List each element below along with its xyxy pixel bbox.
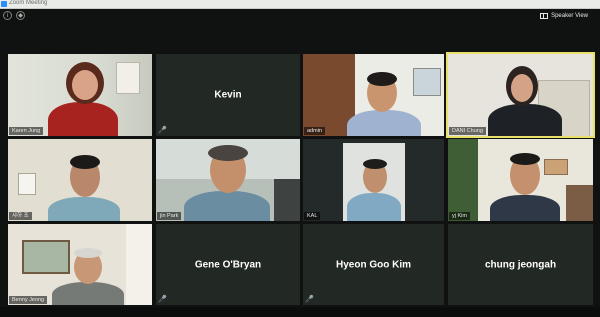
window-title: Zoom Meeting: [9, 0, 48, 6]
participant-tile-row2-1[interactable]: 샤하 조: [8, 139, 152, 221]
participant-tile-chung-jeongah[interactable]: chung jeongah: [448, 224, 593, 305]
speaker-view-button[interactable]: Speaker View: [540, 10, 588, 21]
participant-name-label: 샤하 조: [9, 212, 32, 220]
muted-mic-icon: 🎤: [158, 127, 167, 134]
participant-name: Hyeon Goo Kim: [335, 259, 411, 270]
participant-tile-kevin[interactable]: Kevin 🎤: [156, 54, 300, 136]
speaker-view-icon: [540, 12, 549, 19]
participant-tile-karen-jung[interactable]: Karen Jung: [8, 54, 152, 136]
participant-tile-yj-kim[interactable]: yj Kim: [448, 139, 593, 221]
zoom-app-icon: [1, 1, 7, 7]
participant-name: Gene O'Bryan: [194, 259, 262, 270]
bottom-bar: [0, 307, 600, 317]
participant-name: chung jeongah: [484, 259, 557, 270]
participant-tile-kal[interactable]: KAL: [303, 139, 444, 221]
participant-tile-gene-obryan[interactable]: Gene O'Bryan 🎤: [156, 224, 300, 305]
participant-tile-hyeon-goo-kim[interactable]: Hyeon Goo Kim 🎤: [303, 224, 444, 305]
window-titlebar: Zoom Meeting: [0, 0, 600, 9]
participant-tile-dani-chung[interactable]: DANI Chung: [448, 54, 593, 136]
participant-name-label: KAL: [304, 212, 321, 220]
muted-mic-icon: 🎤: [158, 296, 167, 303]
participant-tile-admin[interactable]: admin: [303, 54, 444, 136]
participant-name-label: Benny Jeong: [9, 296, 48, 304]
participant-name-label: jin Park: [157, 212, 182, 220]
participant-name-label: DANI Chung: [449, 127, 486, 135]
meeting-toolbar: i ◆: [3, 11, 25, 21]
participant-tile-jin-park[interactable]: jin Park: [156, 139, 300, 221]
participant-name-label: Karen Jung: [9, 127, 44, 135]
participant-tile-benny-jeong[interactable]: Benny Jeong: [8, 224, 152, 305]
participant-name: Kevin: [214, 89, 242, 101]
participant-name-label: yj Kim: [449, 212, 470, 220]
participant-name-label: admin: [304, 127, 325, 135]
info-icon[interactable]: i: [3, 11, 12, 20]
muted-mic-icon: 🎤: [305, 296, 314, 303]
speaker-view-label: Speaker View: [551, 12, 588, 19]
shield-icon[interactable]: ◆: [16, 11, 25, 20]
